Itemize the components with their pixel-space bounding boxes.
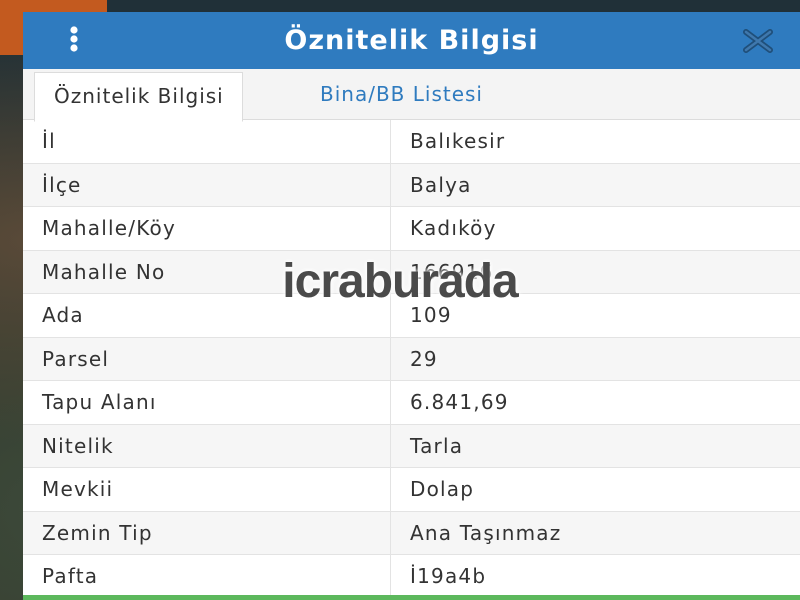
row-value: Tarla (390, 423, 800, 468)
row-value: Dolap (390, 467, 800, 511)
table-row: Mahalle/Köy Kadıköy (23, 206, 800, 250)
row-value: 109 (390, 293, 800, 337)
attribute-info-panel: Öznitelik Bilgisi Öznitelik Bilgisi Bina… (23, 12, 800, 600)
row-key: Ada (23, 293, 391, 337)
table-row: Zemin Tip Ana Taşınmaz (23, 510, 800, 555)
table-row: Pafta İ19a4b (23, 554, 800, 598)
tab-building-list[interactable]: Bina/BB Listesi (320, 69, 483, 119)
table-row: Mevkii Dolap (23, 467, 800, 511)
table-row: İlçe Balya (23, 162, 800, 207)
row-key: Mahalle No (23, 249, 391, 294)
row-value: 166916 (390, 249, 800, 294)
row-key: Tapu Alanı (23, 380, 391, 424)
panel-header: Öznitelik Bilgisi (23, 12, 800, 69)
row-value: İ19a4b (390, 554, 800, 598)
row-key: Zemin Tip (23, 510, 391, 555)
row-value: 29 (390, 336, 800, 381)
row-key: Nitelik (23, 423, 391, 468)
table-row: Tapu Alanı 6.841,69 (23, 380, 800, 424)
row-value: Ana Taşınmaz (390, 510, 800, 555)
panel-tabs: Öznitelik Bilgisi Bina/BB Listesi (23, 69, 800, 122)
row-value: Balya (390, 162, 800, 207)
table-row: İl Balıkesir (23, 120, 800, 163)
panel-bottom-bar (23, 595, 800, 600)
row-key: Mahalle/Köy (23, 206, 391, 250)
table-row: Nitelik Tarla (23, 423, 800, 468)
row-key: İlçe (23, 162, 391, 207)
row-key: Parsel (23, 336, 391, 381)
row-value: Balıkesir (410, 129, 506, 154)
table-row: Mahalle No 166916 (23, 249, 800, 294)
tab-attribute-info[interactable]: Öznitelik Bilgisi (34, 72, 243, 122)
table-row: Parsel 29 (23, 336, 800, 381)
row-value: 6.841,69 (390, 380, 800, 424)
row-key: İl (23, 120, 391, 163)
vertical-dots-icon[interactable] (67, 26, 81, 54)
panel-title: Öznitelik Bilgisi (284, 25, 539, 56)
row-key: Mevkii (23, 467, 391, 511)
close-icon[interactable] (740, 28, 776, 54)
row-value: Kadıköy (390, 206, 800, 250)
attribute-table: İl Balıkesir İlçe Balya Mahalle/Köy Kadı… (23, 120, 800, 598)
table-row: Ada 109 (23, 293, 800, 337)
row-key: Pafta (23, 554, 391, 598)
